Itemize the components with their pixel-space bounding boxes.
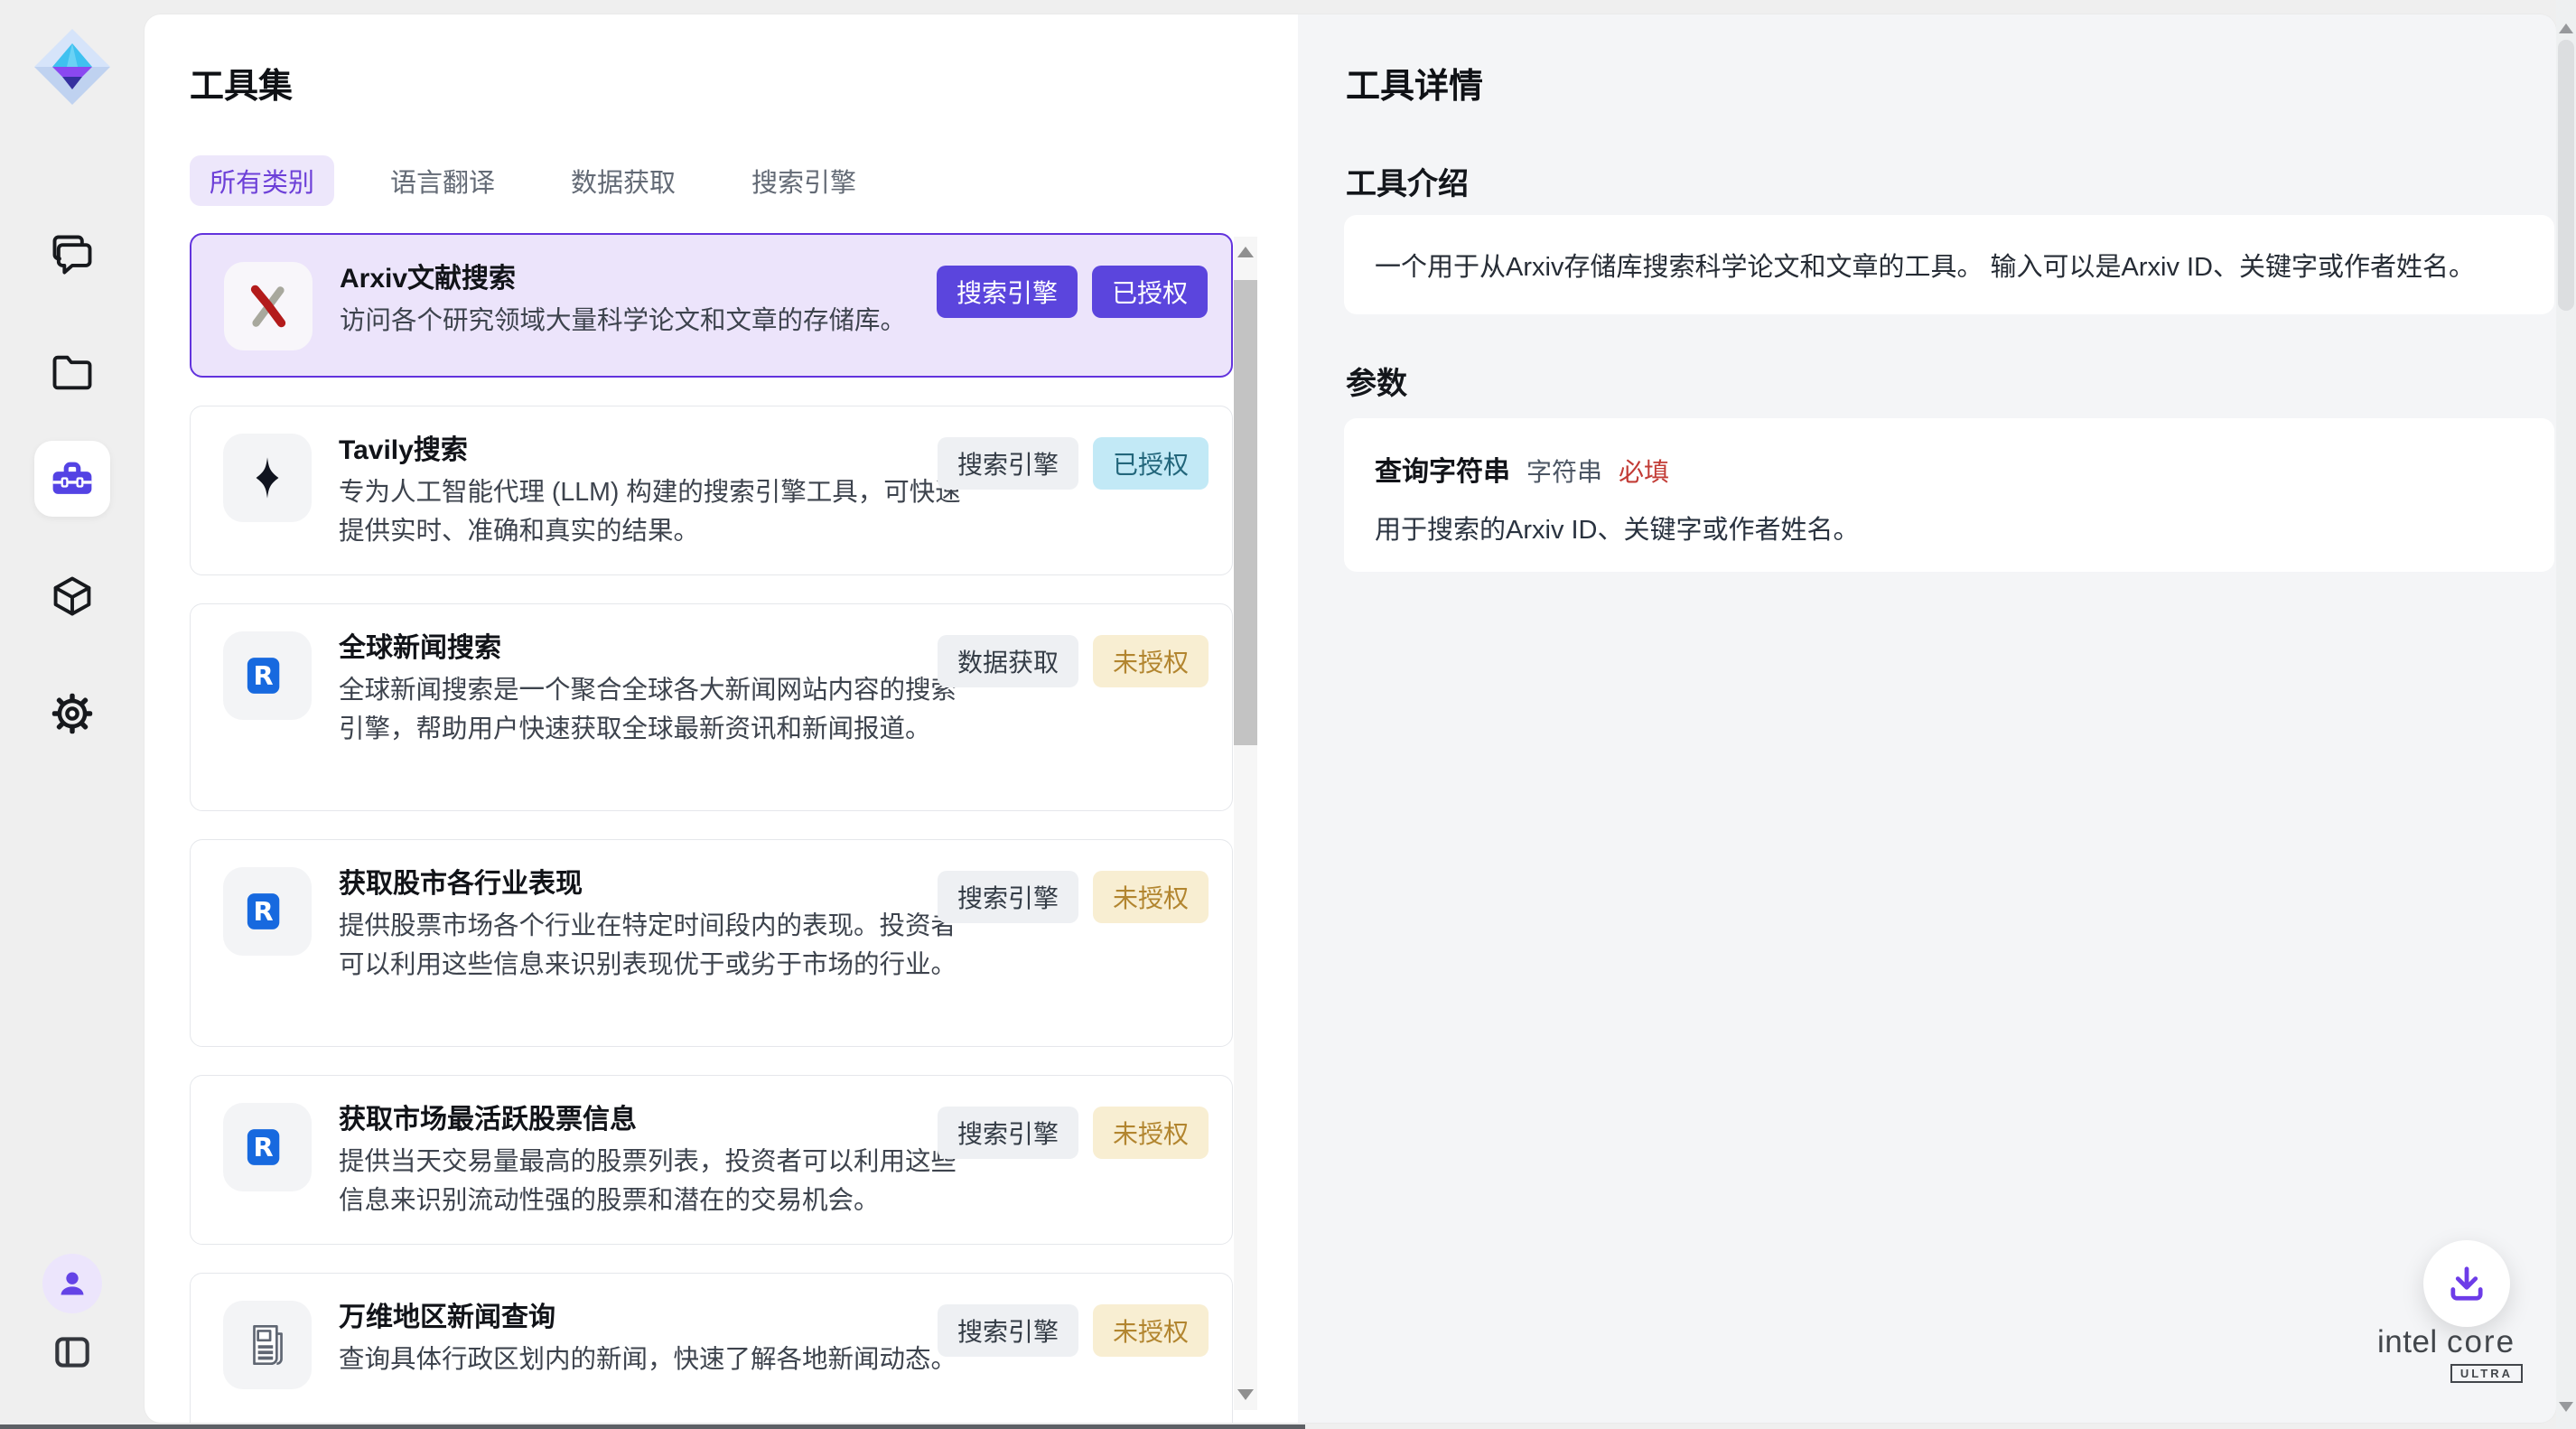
details-title: 工具详情 xyxy=(1346,58,1483,107)
diamond-logo-icon xyxy=(31,25,114,108)
sidebar-item-chat[interactable] xyxy=(34,217,110,293)
tool-description: 提供当天交易量最高的股票列表，投资者可以利用这些信息来识别流动性强的股票和潜在的… xyxy=(339,1143,975,1220)
page-scrollbar[interactable] xyxy=(2556,0,2576,1429)
tools-panel: 工具集 所有类别 语言翻译 数据获取 搜索引擎 A xyxy=(145,14,1298,1423)
tool-category-badge: 搜索引擎 xyxy=(938,1304,1078,1357)
tool-details-panel: 工具详情 工具介绍 一个用于从Arxiv存储库搜索科学论文和文章的工具。 输入可… xyxy=(1298,14,2556,1423)
intro-heading: 工具介绍 xyxy=(1346,159,1469,203)
r-logo-icon: R xyxy=(223,1103,312,1191)
tool-title: Tavily搜索 xyxy=(339,434,975,468)
param-type: 字符串 xyxy=(1526,453,1602,489)
intro-text: 一个用于从Arxiv存储库搜索科学论文和文章的工具。 输入可以是Arxiv ID… xyxy=(1375,246,2475,284)
tool-category-badge: 搜索引擎 xyxy=(938,871,1078,923)
page-scroll-down-icon[interactable] xyxy=(2556,1393,2576,1420)
newspaper-icon xyxy=(223,1301,312,1389)
tool-category-badge: 数据获取 xyxy=(938,635,1078,687)
r-logo-icon: R xyxy=(223,631,312,720)
tool-status-badge: 未授权 xyxy=(1093,1304,1209,1357)
category-tabs: 所有类别 语言翻译 数据获取 搜索引擎 xyxy=(190,155,876,206)
sparkle-icon xyxy=(223,434,312,522)
tool-list-scrollbar-thumb[interactable] xyxy=(1234,280,1257,745)
r-logo-icon: R xyxy=(223,867,312,956)
param-name: 查询字符串 xyxy=(1375,449,1510,489)
scroll-down-icon[interactable] xyxy=(1234,1381,1257,1408)
param-required-flag: 必填 xyxy=(1619,453,1669,489)
left-sidebar xyxy=(0,0,145,1429)
intro-card: 一个用于从Arxiv存储库搜索科学论文和文章的工具。 输入可以是Arxiv ID… xyxy=(1344,215,2554,314)
window-bottom-edge xyxy=(0,1424,1305,1429)
tool-card-sector-performance[interactable]: R 获取股市各行业表现 提供股票市场各个行业在特定时间段内的表现。投资者可以利用… xyxy=(190,839,1233,1047)
tab-all-categories[interactable]: 所有类别 xyxy=(190,155,334,206)
sidebar-collapse-toggle[interactable] xyxy=(41,1321,104,1384)
cube-icon xyxy=(49,573,96,620)
app-window: 工具集 所有类别 语言翻译 数据获取 搜索引擎 A xyxy=(145,14,2556,1423)
tool-title: 获取市场最活跃股票信息 xyxy=(339,1103,975,1137)
tool-card-local-news[interactable]: 万维地区新闻查询 查询具体行政区划内的新闻，快速了解各地新闻动态。 搜索引擎 未… xyxy=(190,1273,1233,1423)
arxiv-logo-icon xyxy=(224,262,313,350)
params-heading: 参数 xyxy=(1346,359,1407,403)
gear-icon xyxy=(49,690,96,737)
tool-title: 全球新闻搜索 xyxy=(339,631,975,666)
svg-text:R: R xyxy=(253,896,273,927)
tool-description: 全球新闻搜索是一个聚合全球各大新闻网站内容的搜索引擎，帮助用户快速获取全球最新资… xyxy=(339,671,975,749)
tool-status-badge: 未授权 xyxy=(1093,1107,1209,1159)
tool-category-badge: 搜索引擎 xyxy=(937,266,1078,318)
tool-description: 专为人工智能代理 (LLM) 构建的搜索引擎工具，可快速提供实时、准确和真实的结… xyxy=(339,473,975,551)
param-card: 查询字符串 字符串 必填 用于搜索的Arxiv ID、关键字或作者姓名。 xyxy=(1344,418,2554,572)
user-avatar[interactable] xyxy=(42,1254,102,1313)
chat-icon xyxy=(49,231,96,278)
tool-status-badge: 未授权 xyxy=(1093,635,1209,687)
tab-data-fetch[interactable]: 数据获取 xyxy=(551,155,695,206)
tab-search-engine[interactable]: 搜索引擎 xyxy=(732,155,876,206)
svg-text:R: R xyxy=(253,1132,273,1163)
tool-status-badge: 未授权 xyxy=(1093,871,1209,923)
sidebar-item-models[interactable] xyxy=(34,558,110,634)
screen: 工具集 所有类别 语言翻译 数据获取 搜索引擎 A xyxy=(0,0,2576,1429)
scroll-up-icon[interactable] xyxy=(1234,238,1257,266)
download-icon xyxy=(2443,1260,2490,1307)
tool-title: 万维地区新闻查询 xyxy=(339,1301,957,1335)
tab-translation[interactable]: 语言翻译 xyxy=(370,155,515,206)
tool-description: 访问各个研究领域大量科学论文和文章的存储库。 xyxy=(340,302,906,341)
download-button[interactable] xyxy=(2423,1240,2510,1327)
tools-panel-title: 工具集 xyxy=(190,58,293,107)
sidebar-item-tools[interactable] xyxy=(34,441,110,517)
tool-title: Arxiv文献搜索 xyxy=(340,262,906,296)
page-scroll-up-icon[interactable] xyxy=(2556,14,2576,42)
param-description: 用于搜索的Arxiv ID、关键字或作者姓名。 xyxy=(1375,509,2524,546)
tool-card-tavily[interactable]: Tavily搜索 专为人工智能代理 (LLM) 构建的搜索引擎工具，可快速提供实… xyxy=(190,406,1233,575)
sidebar-item-files[interactable] xyxy=(34,334,110,410)
person-icon xyxy=(54,1266,90,1302)
toolbox-icon xyxy=(48,454,97,503)
tool-status-badge: 已授权 xyxy=(1092,266,1208,318)
sidebar-item-settings[interactable] xyxy=(34,676,110,752)
intel-core-logo: intel core ULTRA xyxy=(2377,1324,2522,1360)
tool-list-scrollbar[interactable] xyxy=(1234,237,1257,1410)
folder-icon xyxy=(49,349,96,396)
tool-card-arxiv[interactable]: Arxiv文献搜索 访问各个研究领域大量科学论文和文章的存储库。 搜索引擎 已授… xyxy=(190,233,1233,378)
panel-toggle-icon xyxy=(50,1330,95,1375)
core-wordmark: core xyxy=(2447,1324,2515,1359)
tool-status-badge: 已授权 xyxy=(1093,437,1209,490)
intel-wordmark: intel xyxy=(2377,1324,2438,1359)
app-diamond-logo xyxy=(29,23,116,110)
tool-card-list: Arxiv文献搜索 访问各个研究领域大量科学论文和文章的存储库。 搜索引擎 已授… xyxy=(190,233,1233,1423)
tool-title: 获取股市各行业表现 xyxy=(339,867,975,901)
ultra-badge: ULTRA xyxy=(2450,1364,2523,1383)
tool-description: 查询具体行政区划内的新闻，快速了解各地新闻动态。 xyxy=(339,1340,957,1379)
tool-category-badge: 搜索引擎 xyxy=(938,437,1078,490)
page-scrollbar-thumb[interactable] xyxy=(2558,40,2574,311)
tool-category-badge: 搜索引擎 xyxy=(938,1107,1078,1159)
tool-description: 提供股票市场各个行业在特定时间段内的表现。投资者可以利用这些信息来识别表现优于或… xyxy=(339,907,975,985)
svg-text:R: R xyxy=(253,660,273,691)
tool-card-global-news[interactable]: R 全球新闻搜索 全球新闻搜索是一个聚合全球各大新闻网站内容的搜索引擎，帮助用户… xyxy=(190,603,1233,811)
tool-card-active-stocks[interactable]: R 获取市场最活跃股票信息 提供当天交易量最高的股票列表，投资者可以利用这些信息… xyxy=(190,1075,1233,1245)
